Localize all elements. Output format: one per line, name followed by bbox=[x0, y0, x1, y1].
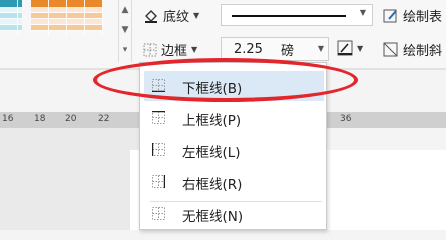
line-weight-select[interactable]: 2.25 磅 ▼ bbox=[221, 37, 329, 61]
menu-item-bottom-border[interactable]: 下框线(B) bbox=[144, 71, 324, 101]
ruler-tick: 16 bbox=[2, 114, 14, 124]
chevron-down-icon: ▼ bbox=[357, 43, 364, 53]
scroll-up-icon[interactable]: ▲ bbox=[119, 0, 131, 20]
document-margin bbox=[0, 128, 140, 230]
menu-item-label: 右框线(R) bbox=[182, 177, 243, 193]
scroll-down-icon[interactable]: ▼ bbox=[119, 20, 131, 40]
expand-gallery-icon[interactable]: ▾ bbox=[119, 40, 131, 60]
menu-item-right-border[interactable]: 右框线(R) bbox=[144, 167, 324, 197]
pen-color-button[interactable]: ▼ bbox=[337, 40, 363, 56]
chevron-down-icon: ▼ bbox=[359, 8, 366, 17]
left-border-icon bbox=[152, 143, 165, 156]
border-grid-icon bbox=[143, 43, 157, 57]
menu-item-no-border[interactable]: 无框线(N) bbox=[144, 199, 324, 229]
menu-item-label: 左框线(L) bbox=[182, 145, 241, 161]
pen-color-icon bbox=[337, 40, 353, 56]
table-style-teal[interactable] bbox=[0, 0, 22, 36]
menu-item-label: 下框线(B) bbox=[182, 81, 243, 97]
line-weight-value: 2.25 bbox=[234, 41, 263, 57]
draw-diagonal-label: 绘制斜 bbox=[403, 44, 443, 59]
style-gallery-scroll[interactable]: ▲ ▼ ▾ bbox=[118, 0, 132, 62]
top-border-icon bbox=[152, 111, 165, 124]
pencil-icon bbox=[383, 8, 399, 24]
ruler-tick: 20 bbox=[65, 114, 77, 124]
border-dropdown-menu: 下框线(B) 上框线(P) 左框线(L) 右框线(R) 无框线(N) bbox=[139, 62, 327, 230]
menu-item-left-border[interactable]: 左框线(L) bbox=[144, 135, 324, 165]
chevron-down-icon: ▼ bbox=[193, 11, 200, 20]
ruler-tick: 18 bbox=[34, 114, 46, 124]
ruler-tick: 36 bbox=[340, 114, 352, 124]
draw-table-label: 绘制表 bbox=[403, 10, 443, 25]
table-style-orange[interactable] bbox=[31, 0, 103, 36]
shading-button[interactable]: 底纹 ▼ bbox=[143, 6, 199, 25]
ribbon: ▲ ▼ ▾ 底纹 ▼ 边框 ▼ ▼ 2.25 磅 ▼ ▼ 绘制表 绘制斜 bbox=[0, 0, 446, 70]
diagonal-border-icon bbox=[383, 42, 399, 58]
border-button[interactable]: 边框 ▼ bbox=[143, 40, 197, 59]
shading-label: 底纹 bbox=[163, 10, 190, 25]
chevron-down-icon: ▼ bbox=[191, 45, 198, 54]
solid-line-preview bbox=[232, 15, 346, 17]
bottom-border-icon bbox=[152, 79, 165, 92]
menu-item-label: 无框线(N) bbox=[182, 209, 244, 225]
paint-bucket-icon bbox=[143, 8, 159, 24]
draw-diagonal-button[interactable]: 绘制斜 bbox=[383, 40, 442, 59]
border-label: 边框 bbox=[161, 44, 188, 59]
ruler-tick: 22 bbox=[98, 114, 110, 124]
no-border-icon bbox=[152, 207, 165, 220]
line-weight-unit: 磅 bbox=[280, 43, 294, 59]
line-style-select[interactable]: ▼ bbox=[221, 4, 373, 26]
right-border-icon bbox=[152, 175, 165, 188]
draw-table-button[interactable]: 绘制表 bbox=[383, 6, 442, 25]
menu-item-label: 上框线(P) bbox=[182, 113, 242, 129]
chevron-down-icon: ▼ bbox=[317, 44, 324, 53]
menu-item-top-border[interactable]: 上框线(P) bbox=[144, 103, 324, 133]
